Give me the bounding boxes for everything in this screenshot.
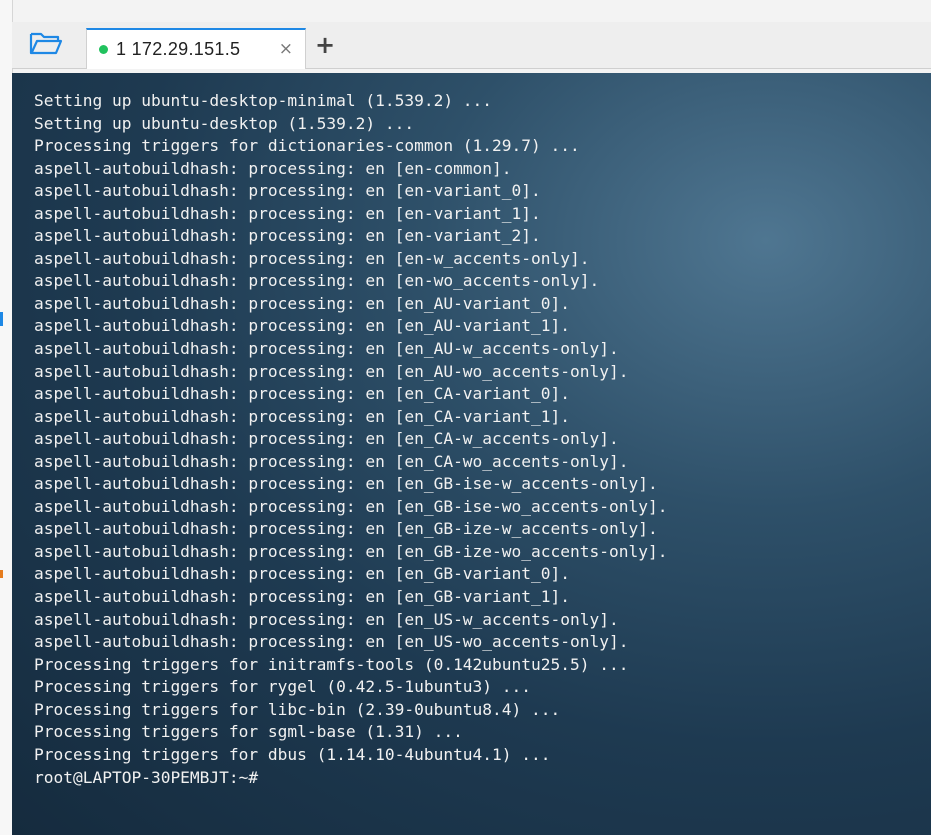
terminal-line: Processing triggers for dbus (1.14.10-4u… (34, 744, 551, 764)
terminal-line: aspell-autobuildhash: processing: en [en… (34, 248, 590, 268)
close-tab-icon[interactable]: × (279, 39, 293, 59)
tab-label: 1 172.29.151.5 (116, 39, 241, 59)
terminal-line: Processing triggers for libc-bin (2.39-0… (34, 699, 561, 719)
terminal-line: aspell-autobuildhash: processing: en [en… (34, 474, 658, 494)
terminal-line: Processing triggers for dictionaries-com… (34, 136, 580, 156)
terminal-line: Processing triggers for sgml-base (1.31)… (34, 722, 463, 742)
strip-accent-mark (0, 312, 3, 326)
terminal-line: aspell-autobuildhash: processing: en [en… (34, 406, 571, 426)
terminal-line: aspell-autobuildhash: processing: en [en… (34, 203, 541, 223)
terminal-panel[interactable]: Setting up ubuntu-desktop-minimal (1.539… (12, 73, 931, 835)
tab-session-1[interactable]: 1 172.29.151.5 × (86, 28, 306, 69)
open-sessions-button[interactable] (26, 30, 66, 60)
terminal-line: aspell-autobuildhash: processing: en [en… (34, 496, 668, 516)
terminal-line: aspell-autobuildhash: processing: en [en… (34, 384, 571, 404)
window-top-area (0, 0, 931, 22)
terminal-line: aspell-autobuildhash: processing: en [en… (34, 361, 629, 381)
terminal-prompt[interactable]: root@LAPTOP-30PEMBJT:~# (34, 766, 914, 789)
terminal-line: aspell-autobuildhash: processing: en [en… (34, 541, 668, 561)
text-cursor (258, 766, 267, 783)
terminal-line: aspell-autobuildhash: processing: en [en… (34, 339, 619, 359)
terminal-line: aspell-autobuildhash: processing: en [en… (34, 451, 629, 471)
terminal-line: aspell-autobuildhash: processing: en [en… (34, 226, 541, 246)
terminal-line: aspell-autobuildhash: processing: en [en… (34, 587, 571, 607)
connection-status-dot (99, 45, 108, 54)
terminal-output: Setting up ubuntu-desktop-minimal (1.539… (34, 90, 914, 789)
terminal-line: aspell-autobuildhash: processing: en [en… (34, 158, 512, 178)
terminal-line: Processing triggers for rygel (0.42.5-1u… (34, 677, 532, 697)
folder-open-icon (29, 30, 63, 60)
terminal-line: aspell-autobuildhash: processing: en [en… (34, 632, 629, 652)
add-tab-button[interactable]: + (312, 30, 338, 60)
terminal-line: aspell-autobuildhash: processing: en [en… (34, 271, 600, 291)
terminal-line: aspell-autobuildhash: processing: en [en… (34, 181, 541, 201)
terminal-line: aspell-autobuildhash: processing: en [en… (34, 316, 571, 336)
terminal-line: Setting up ubuntu-desktop-minimal (1.539… (34, 91, 493, 110)
prompt-text: root@LAPTOP-30PEMBJT:~# (34, 768, 259, 788)
terminal-line: aspell-autobuildhash: processing: en [en… (34, 609, 619, 629)
terminal-line: Processing triggers for initramfs-tools … (34, 654, 629, 674)
terminal-line: aspell-autobuildhash: processing: en [en… (34, 564, 571, 584)
tab-bar: 1 172.29.151.5 × + (12, 22, 931, 69)
terminal-line: aspell-autobuildhash: processing: en [en… (34, 519, 658, 539)
terminal-line: Setting up ubuntu-desktop (1.539.2) ... (34, 113, 415, 133)
strip-accent-mark (0, 570, 3, 578)
terminal-line: aspell-autobuildhash: processing: en [en… (34, 293, 571, 313)
terminal-line: aspell-autobuildhash: processing: en [en… (34, 429, 619, 449)
